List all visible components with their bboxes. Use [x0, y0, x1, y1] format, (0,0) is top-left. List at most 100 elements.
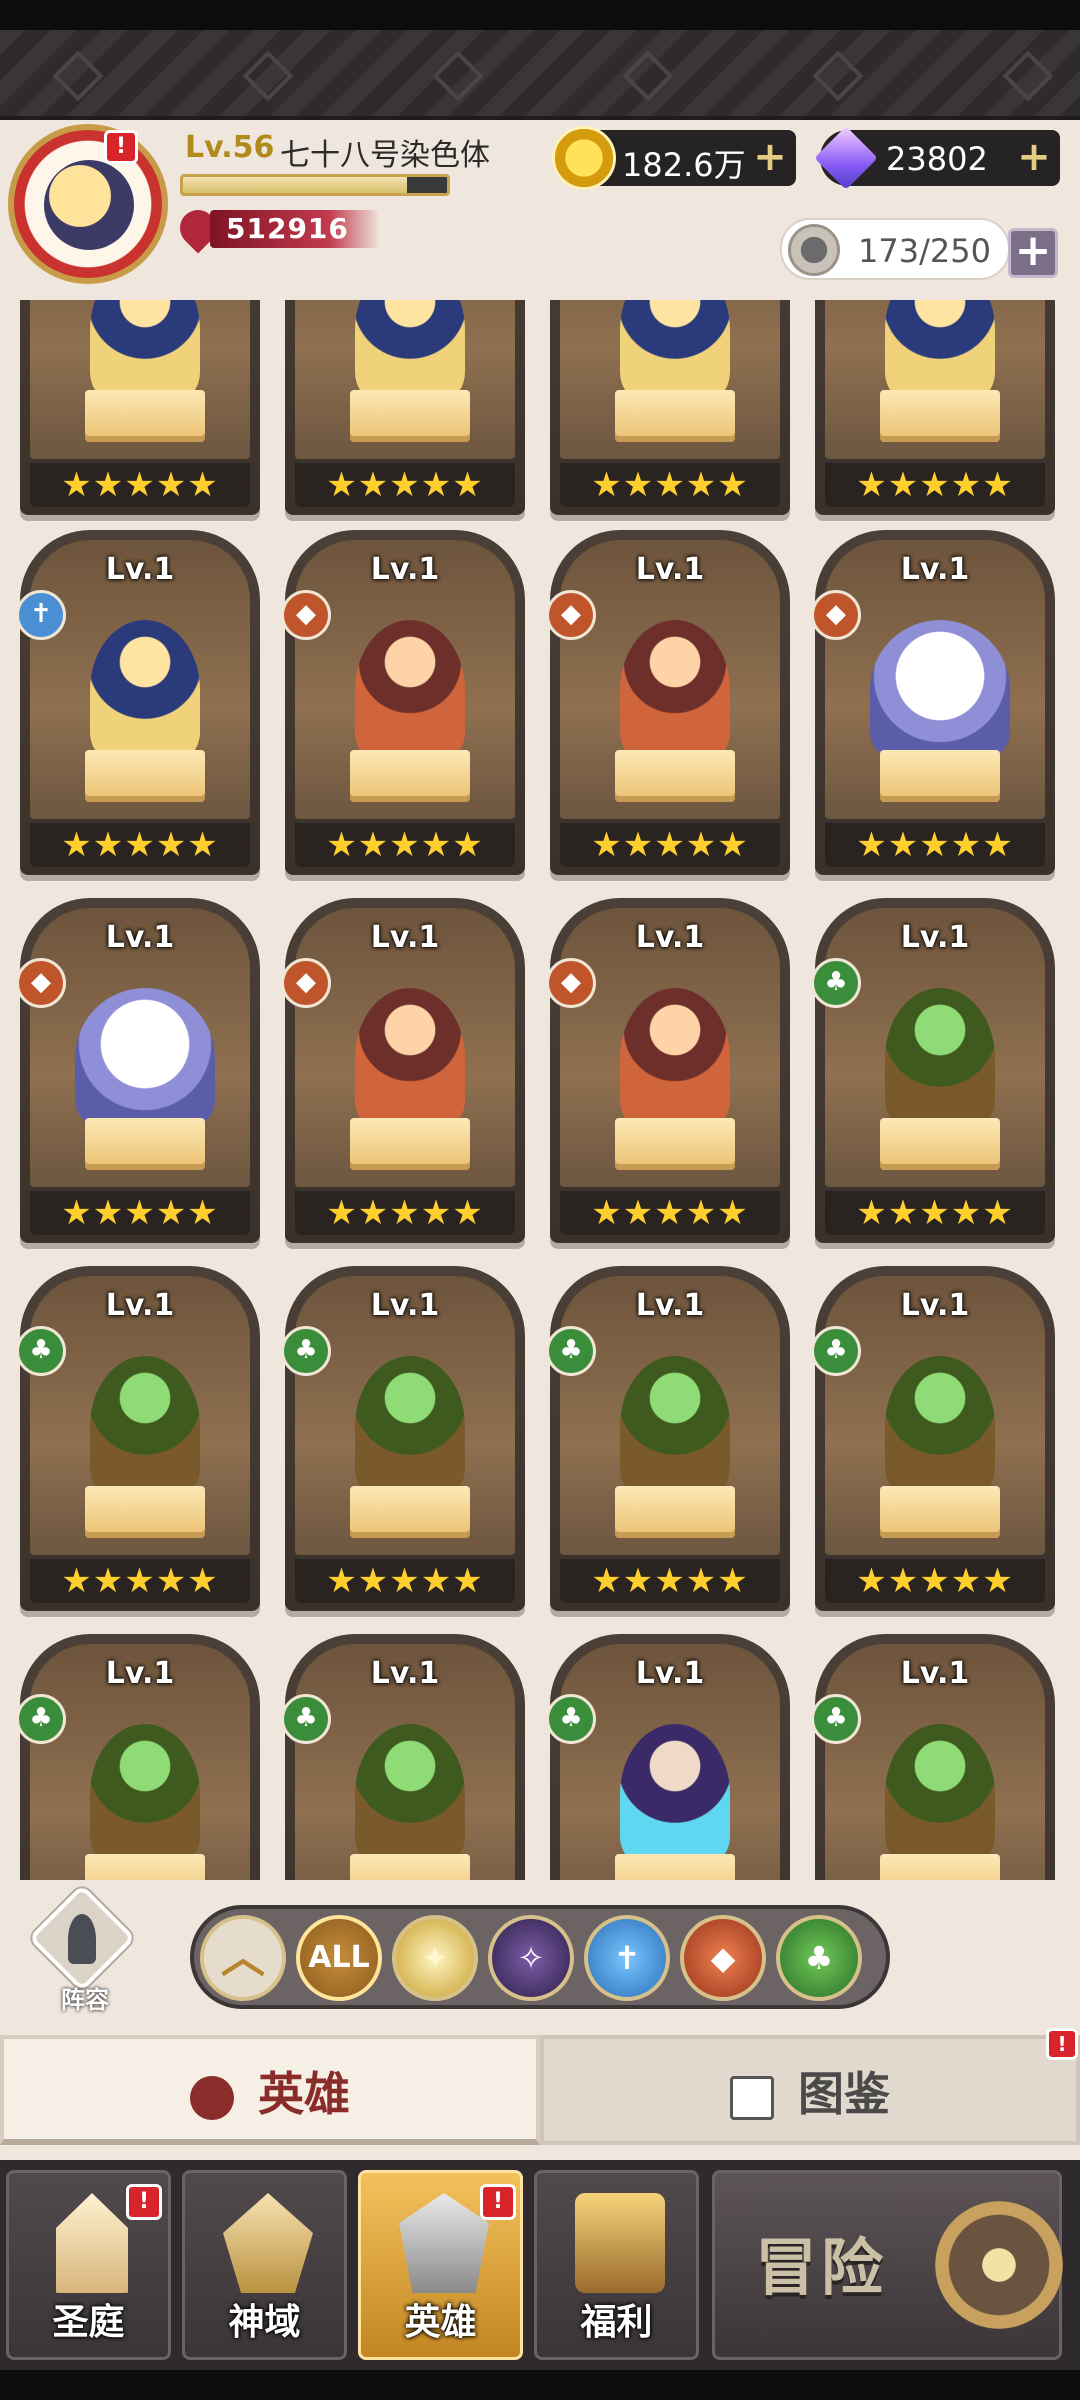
hero-card[interactable]: Lv.1 ♣: [16, 1634, 260, 1880]
adventure-label: 冒险: [755, 2231, 888, 2304]
hero-card[interactable]: Lv.1 ✝ ★★★★★: [16, 530, 260, 875]
filter-all-button[interactable]: ALL: [296, 1915, 382, 2001]
hero-card[interactable]: Lv.1 ◆ ★★★★★: [811, 530, 1055, 875]
nav-heroes-label: 英雄: [404, 2302, 477, 2343]
hero-stars: ★★★★★: [30, 1559, 250, 1603]
hero-sprite: [90, 1356, 200, 1496]
hero-card-frame: [30, 300, 250, 459]
hero-card[interactable]: Lv.1 ♣ ★★★★★: [546, 1266, 790, 1611]
nature-element-icon: ♣: [546, 1694, 596, 1744]
hero-sprite: [885, 988, 995, 1128]
hero-level: Lv.1: [635, 1656, 705, 1691]
adventure-button[interactable]: 冒险: [712, 2170, 1063, 2360]
nature-element-icon: ♣: [546, 1326, 596, 1376]
hero-stars: ★★★★★: [825, 1559, 1045, 1603]
hero-stars: ★★★★★: [560, 1191, 780, 1235]
hero-stars: ★★★★★: [295, 463, 515, 507]
hero-card[interactable]: Lv.1 ◆ ★★★★★: [16, 898, 260, 1243]
hero-card[interactable]: Lv.1 ◆ ★★★★★: [546, 898, 790, 1243]
light-element-filter-icon[interactable]: ✦: [392, 1915, 478, 2001]
hero-pedestal: [350, 1486, 470, 1532]
nature-element-icon: ♣: [16, 1326, 66, 1376]
hero-card[interactable]: Lv.1 ♣ ★★★★★: [16, 1266, 260, 1611]
hero-level: Lv.1: [105, 552, 175, 587]
hero-stars: ★★★★★: [825, 823, 1045, 867]
tab-heroes[interactable]: 英雄: [0, 2035, 540, 2145]
hero-card[interactable]: Lv.1 ♣ ★★★★★: [811, 898, 1055, 1243]
lineup-button[interactable]: 阵容: [28, 1884, 140, 2020]
hero-stars: ★★★★★: [560, 463, 780, 507]
nav-welfare[interactable]: 福利: [534, 2170, 699, 2360]
hero-stars: ★★★★★: [295, 1559, 515, 1603]
nature-element-filter-icon[interactable]: ♣: [776, 1915, 862, 2001]
hero-pedestal: [350, 1854, 470, 1880]
hero-card-frame: Lv.1: [30, 1644, 250, 1880]
nav-court-label: 圣庭: [52, 2302, 125, 2343]
hero-card[interactable]: Lv.1 ♣ ★★★★★: [281, 1266, 525, 1611]
power-value: 512916: [226, 212, 349, 245]
hero-pedestal: [350, 1118, 470, 1164]
nature-element-icon: ♣: [811, 958, 861, 1008]
add-gems-button[interactable]: +: [1016, 137, 1052, 177]
hero-card-frame: Lv.1: [560, 908, 780, 1187]
hero-helmet-icon: [190, 2075, 234, 2120]
player-avatar[interactable]: [8, 124, 168, 284]
nature-element-icon: ♣: [811, 1694, 861, 1744]
beast-element-icon: ◆: [281, 590, 331, 640]
nav-domain[interactable]: 神域: [182, 2170, 347, 2360]
hero-card[interactable]: Lv.1 ◆ ★★★★★: [281, 530, 525, 875]
hero-level: Lv.1: [635, 920, 705, 955]
roster-icon: [788, 224, 840, 276]
gold-currency: 182.6万 +: [552, 126, 796, 190]
hero-card-frame: Lv.1: [825, 1644, 1045, 1880]
hero-card-frame: Lv.1: [295, 1276, 515, 1555]
hero-sprite: [355, 1356, 465, 1496]
hero-card-frame: Lv.1: [295, 540, 515, 819]
codex-alert-badge: !: [1046, 2028, 1078, 2060]
add-gold-button[interactable]: +: [752, 137, 788, 177]
hero-card[interactable]: ★★★★★: [550, 300, 790, 515]
tab-codex[interactable]: 图鉴: [540, 2035, 1080, 2145]
hero-pedestal: [85, 750, 205, 796]
hero-card[interactable]: ★★★★★: [20, 300, 260, 515]
hero-sprite: [355, 620, 465, 760]
player-level: Lv.56: [185, 130, 275, 165]
nature-element-icon: ♣: [16, 1694, 66, 1744]
hero-card[interactable]: Lv.1 ♣: [811, 1634, 1055, 1880]
hero-pedestal: [350, 750, 470, 796]
shrine-icon: [223, 2193, 313, 2293]
hero-pedestal: [85, 1118, 205, 1164]
hero-card-frame: [560, 300, 780, 459]
castle-icon: [56, 2193, 128, 2293]
hero-card[interactable]: Lv.1 ♣ ★★★★★: [811, 1266, 1055, 1611]
hero-card-frame: Lv.1: [295, 1644, 515, 1880]
sort-up-icon[interactable]: ︿: [200, 1915, 286, 2001]
hero-pedestal: [880, 390, 1000, 436]
beast-element-icon: ◆: [811, 590, 861, 640]
hero-card[interactable]: Lv.1 ♣: [546, 1634, 790, 1880]
hero-card[interactable]: Lv.1 ◆ ★★★★★: [546, 530, 790, 875]
expand-roster-button[interactable]: +: [1008, 228, 1058, 278]
hero-stars: ★★★★★: [295, 1191, 515, 1235]
hero-card-frame: Lv.1: [560, 540, 780, 819]
roster-capacity-value: 173/250: [858, 232, 991, 270]
hero-tabs: 英雄 图鉴: [0, 2035, 1080, 2155]
lineup-label: 阵容: [61, 1986, 109, 2014]
hero-sprite: [355, 300, 465, 400]
gem-value: 23802: [886, 140, 988, 178]
beast-element-filter-icon[interactable]: ◆: [680, 1915, 766, 2001]
hero-card-frame: Lv.1: [295, 908, 515, 1187]
hero-card[interactable]: Lv.1 ◆ ★★★★★: [281, 898, 525, 1243]
holy-element-filter-icon[interactable]: ✝: [584, 1915, 670, 2001]
hero-stars: ★★★★★: [30, 1191, 250, 1235]
hero-stars: ★★★★★: [30, 823, 250, 867]
dark-element-filter-icon[interactable]: ✧: [488, 1915, 574, 2001]
hero-card[interactable]: ★★★★★: [815, 300, 1055, 515]
hero-card[interactable]: ★★★★★: [285, 300, 525, 515]
hero-pedestal: [85, 1854, 205, 1880]
hero-card-frame: Lv.1: [560, 1644, 780, 1880]
hero-pedestal: [615, 1854, 735, 1880]
hero-card-frame: Lv.1: [560, 1276, 780, 1555]
decor-diamond: [622, 50, 674, 102]
hero-card[interactable]: Lv.1 ♣: [281, 1634, 525, 1880]
